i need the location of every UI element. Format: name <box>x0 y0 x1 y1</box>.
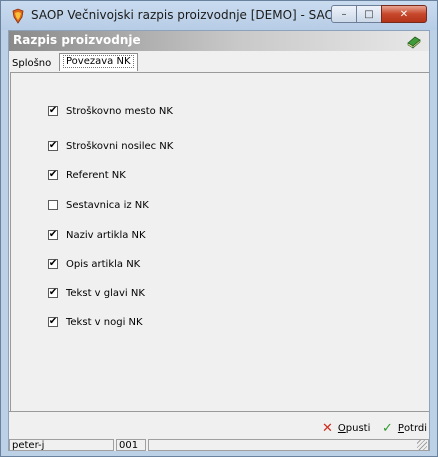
checkbox-label: Opis artikla NK <box>66 258 141 270</box>
checkbox-box[interactable]: ✔ <box>48 288 58 298</box>
cancel-button[interactable]: ✕ Opusti <box>322 420 370 436</box>
checkbox-label: Naziv artikla NK <box>66 229 146 241</box>
status-empty-cell <box>148 439 429 451</box>
tab-splosno[interactable]: Splošno <box>9 58 54 73</box>
resize-grip[interactable] <box>417 440 427 450</box>
minimize-button[interactable]: – <box>331 5 357 23</box>
maximize-button[interactable]: □ <box>356 5 382 23</box>
form-title: Razpis proizvodnje <box>13 33 141 47</box>
book-icon[interactable] <box>406 33 422 49</box>
title-bar[interactable]: SAOP Večnivojski razpis proizvodnje [DEM… <box>1 1 437 30</box>
action-bar: ✕ Opusti ✓ Potrdi <box>9 411 429 440</box>
checkbox-opis-artikla[interactable]: ✔ Opis artikla NK <box>48 257 140 271</box>
checkbox-sestavnica[interactable]: Sestavnica iz NK <box>48 198 149 212</box>
checkbox-label: Tekst v nogi NK <box>66 316 143 328</box>
checkbox-box[interactable]: ✔ <box>48 170 58 180</box>
tab-povezava-nk[interactable]: Povezava NK <box>59 53 138 71</box>
checkmark-icon: ✓ <box>382 420 393 436</box>
close-icon: ✕ <box>322 420 333 436</box>
status-bar: peter-j 001 <box>9 439 429 451</box>
window-title: SAOP Večnivojski razpis proizvodnje [DEM… <box>31 8 331 22</box>
form-header: Razpis proizvodnje <box>9 31 429 51</box>
checkbox-box[interactable]: ✔ <box>48 141 58 151</box>
checkbox-naziv-artikla[interactable]: ✔ Naziv artikla NK <box>48 228 146 242</box>
checkbox-label: Tekst v glavi NK <box>66 287 145 299</box>
app-logo-icon <box>12 8 24 24</box>
status-code: 001 <box>116 439 146 451</box>
status-user: peter-j <box>9 439 114 451</box>
client-area: Razpis proizvodnje Splošno Povezava NK ✔… <box>8 30 430 451</box>
confirm-button[interactable]: ✓ Potrdi <box>382 420 427 436</box>
checkbox-label: Referent NK <box>66 169 126 181</box>
cancel-accel: O <box>337 422 346 434</box>
checkbox-box[interactable]: ✔ <box>48 317 58 327</box>
checkbox-box[interactable] <box>48 200 58 210</box>
close-button[interactable]: ✕ <box>381 5 427 23</box>
povezava-nk-panel: ✔ Stroškovno mesto NK ✔ Stroškovni nosil… <box>10 72 429 412</box>
checkbox-label: Stroškovno mesto NK <box>66 105 173 117</box>
checkbox-label: Stroškovni nosilec NK <box>66 140 174 152</box>
app-window: SAOP Večnivojski razpis proizvodnje [DEM… <box>0 0 438 457</box>
checkbox-box[interactable]: ✔ <box>48 106 58 116</box>
confirm-label: otrdi <box>403 422 428 434</box>
checkbox-box[interactable]: ✔ <box>48 230 58 240</box>
tab-povezava-nk-label: Povezava NK <box>63 55 134 68</box>
checkbox-strosko-nosilec[interactable]: ✔ Stroškovni nosilec NK <box>48 139 173 153</box>
checkbox-tekst-glava[interactable]: ✔ Tekst v glavi NK <box>48 286 145 300</box>
checkbox-strosko-mesto[interactable]: ✔ Stroškovno mesto NK <box>48 104 173 118</box>
checkbox-box[interactable]: ✔ <box>48 259 58 269</box>
checkbox-label: Sestavnica iz NK <box>66 199 149 211</box>
cancel-label: pusti <box>345 422 371 434</box>
checkbox-tekst-noga[interactable]: ✔ Tekst v nogi NK <box>48 315 143 329</box>
checkbox-referent[interactable]: ✔ Referent NK <box>48 168 126 182</box>
